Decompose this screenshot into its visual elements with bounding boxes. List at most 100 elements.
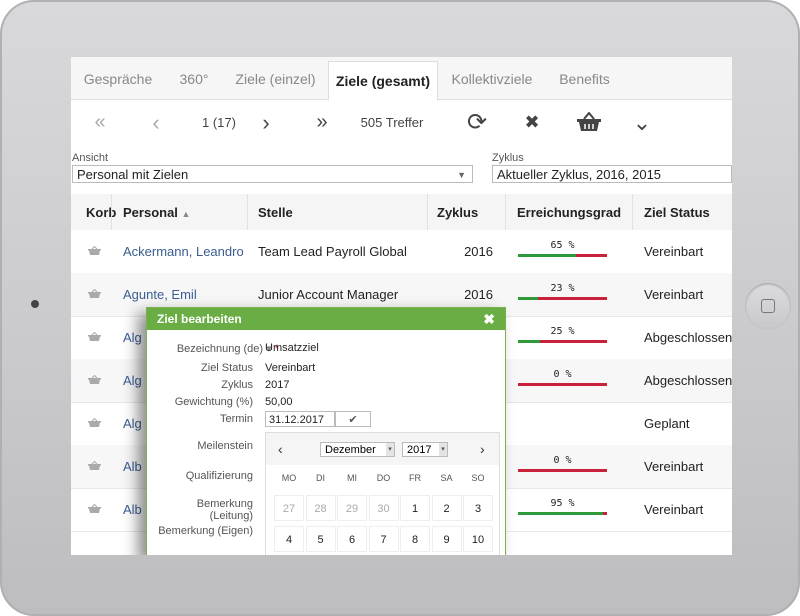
calendar-day[interactable]: 8	[400, 526, 430, 552]
status-label: Ziel Status	[201, 362, 253, 374]
table-header: Korb Personal ▲ Stelle Zyklus Erreichung…	[71, 194, 732, 230]
toolbar: « ‹ 1 (17) › » 505 Treffer ⟳ ✖ ⌄	[71, 100, 732, 145]
status-cell: Vereinbart	[644, 459, 704, 474]
col-personal-label: Personal	[123, 205, 178, 220]
edit-goal-dialog: Ziel bearbeiten ✖ Bezeichnung (de) ▾ * U…	[146, 307, 506, 555]
calendar-header: ‹ Dezember ▾ 2017 ▾ ›	[266, 433, 499, 465]
calendar-day[interactable]: 6	[337, 526, 367, 552]
tab-360[interactable]: 360°	[165, 57, 223, 99]
tab-kollektivziele[interactable]: Kollektivziele	[437, 57, 547, 99]
next-month-icon[interactable]: ›	[480, 433, 485, 465]
weekday-label: MO	[281, 473, 297, 483]
calendar-day[interactable]: 29	[337, 495, 367, 521]
ansicht-select[interactable]: Personal mit Zielen ▼	[72, 165, 473, 183]
app-screen: Gespräche 360° Ziele (einzel) Ziele (ges…	[71, 57, 732, 555]
prev-page-icon[interactable]: ‹	[141, 100, 171, 145]
calendar-day[interactable]: 4	[274, 526, 304, 552]
calendar-day[interactable]: 2	[431, 495, 462, 521]
calendar-day[interactable]: 28	[305, 495, 336, 521]
status-cell: Vereinbart	[644, 244, 704, 259]
prev-month-icon[interactable]: ‹	[278, 433, 283, 465]
weekday-label: DI	[316, 473, 325, 483]
next-page-icon[interactable]: ›	[251, 100, 281, 145]
tablet-frame: Gespräche 360° Ziele (einzel) Ziele (ges…	[0, 0, 800, 616]
progress-bar	[518, 469, 607, 472]
weekday-label: MI	[347, 473, 357, 483]
meilenstein-label: Meilenstein	[197, 440, 253, 452]
basket-icon[interactable]	[88, 504, 101, 513]
termin-input[interactable]: 31.12.2017	[265, 411, 335, 427]
camera-dot	[31, 300, 39, 308]
refresh-icon[interactable]: ⟳	[462, 100, 492, 145]
progress-label: 95 %	[550, 498, 575, 509]
status-cell: Abgeschlossen	[644, 373, 732, 388]
progress-label: 25 %	[550, 326, 575, 337]
col-ziel-status[interactable]: Ziel Status	[644, 194, 710, 230]
home-button[interactable]	[745, 283, 791, 329]
tab-benefits[interactable]: Benefits	[547, 57, 622, 99]
zyklus-label: Zyklus	[492, 152, 524, 164]
weekday-label: SA	[440, 473, 453, 483]
weekday-label: DO	[376, 473, 391, 483]
status-cell: Vereinbart	[644, 287, 704, 302]
weekday-label: SO	[471, 473, 485, 483]
basket-icon[interactable]	[88, 418, 101, 427]
zyklus-select[interactable]: Aktueller Zyklus, 2016, 2015	[492, 165, 732, 183]
calendar-day[interactable]: 9	[431, 526, 462, 552]
sort-asc-icon[interactable]: ▲	[182, 209, 191, 219]
clear-icon[interactable]: ✖	[517, 100, 547, 145]
table-row[interactable]: Ackermann, Leandro Team Lead Payroll Glob…	[71, 230, 732, 274]
tab-bar: Gespräche 360° Ziele (einzel) Ziele (ges…	[71, 57, 732, 101]
tab-ziele-einzel[interactable]: Ziele (einzel)	[223, 57, 328, 99]
status-cell: Vereinbart	[644, 502, 704, 517]
calendar-day[interactable]: 7	[368, 526, 399, 552]
personal-link[interactable]: Ackermann, Leandro	[123, 230, 245, 273]
tab-ziele-gesamt[interactable]: Ziele (gesamt)	[328, 61, 438, 101]
col-erreichungsgrad[interactable]: Erreichungsgrad	[517, 194, 621, 230]
bemerkung-eigen-label: Bemerkung (Eigen)	[158, 525, 253, 537]
progress-bar	[518, 340, 607, 343]
col-zyklus[interactable]: Zyklus	[437, 194, 478, 230]
last-page-icon[interactable]: »	[307, 100, 337, 145]
weekday-label: FR	[409, 473, 421, 483]
gewichtung-label: Gewichtung (%)	[174, 396, 253, 408]
zyklus-cell: 2016	[464, 244, 493, 259]
col-divider	[111, 194, 112, 230]
progress-label: 23 %	[550, 283, 575, 294]
progress-bar	[518, 297, 607, 300]
basket-icon[interactable]	[571, 100, 607, 145]
calendar-day[interactable]: 27	[274, 495, 304, 521]
basket-icon[interactable]	[88, 375, 101, 384]
status-cell: Abgeschlossen	[644, 330, 732, 345]
basket-icon[interactable]	[88, 461, 101, 470]
zyklus-value: 2017	[265, 379, 290, 391]
chevron-down-icon: ▼	[457, 170, 466, 180]
progress-label: 0 %	[553, 455, 572, 466]
basket-icon[interactable]	[88, 332, 101, 341]
month-select[interactable]: Dezember ▾	[320, 442, 395, 457]
status-cell: Geplant	[644, 416, 690, 431]
col-divider	[632, 194, 633, 230]
chevron-down-icon: ▾	[386, 443, 394, 456]
bezeichnung-value[interactable]: Umsatzziel	[265, 342, 319, 354]
tab-gespraeche[interactable]: Gespräche	[71, 57, 165, 99]
confirm-check-icon[interactable]: ✔	[335, 411, 371, 427]
bezeichnung-label: Bezeichnung (de) ▾ *	[176, 343, 279, 355]
basket-icon[interactable]	[88, 246, 101, 255]
year-select[interactable]: 2017 ▾	[402, 442, 448, 457]
expand-icon[interactable]: ⌄	[627, 100, 657, 145]
progress-bar	[518, 512, 607, 515]
col-stelle[interactable]: Stelle	[258, 194, 293, 230]
calendar-day[interactable]: 5	[305, 526, 336, 552]
calendar-day[interactable]: 3	[463, 495, 493, 521]
dialog-title: Ziel bearbeiten	[157, 312, 242, 326]
basket-icon[interactable]	[88, 289, 101, 298]
calendar-day[interactable]: 1	[400, 495, 430, 521]
gewichtung-value[interactable]: 50,00	[265, 396, 293, 408]
calendar-day[interactable]: 10	[463, 526, 493, 552]
first-page-icon[interactable]: «	[85, 100, 115, 145]
col-personal[interactable]: Personal ▲	[123, 194, 190, 230]
termin-label: Termin	[219, 413, 253, 425]
close-icon[interactable]: ✖	[483, 308, 495, 330]
calendar-day[interactable]: 30	[368, 495, 399, 521]
